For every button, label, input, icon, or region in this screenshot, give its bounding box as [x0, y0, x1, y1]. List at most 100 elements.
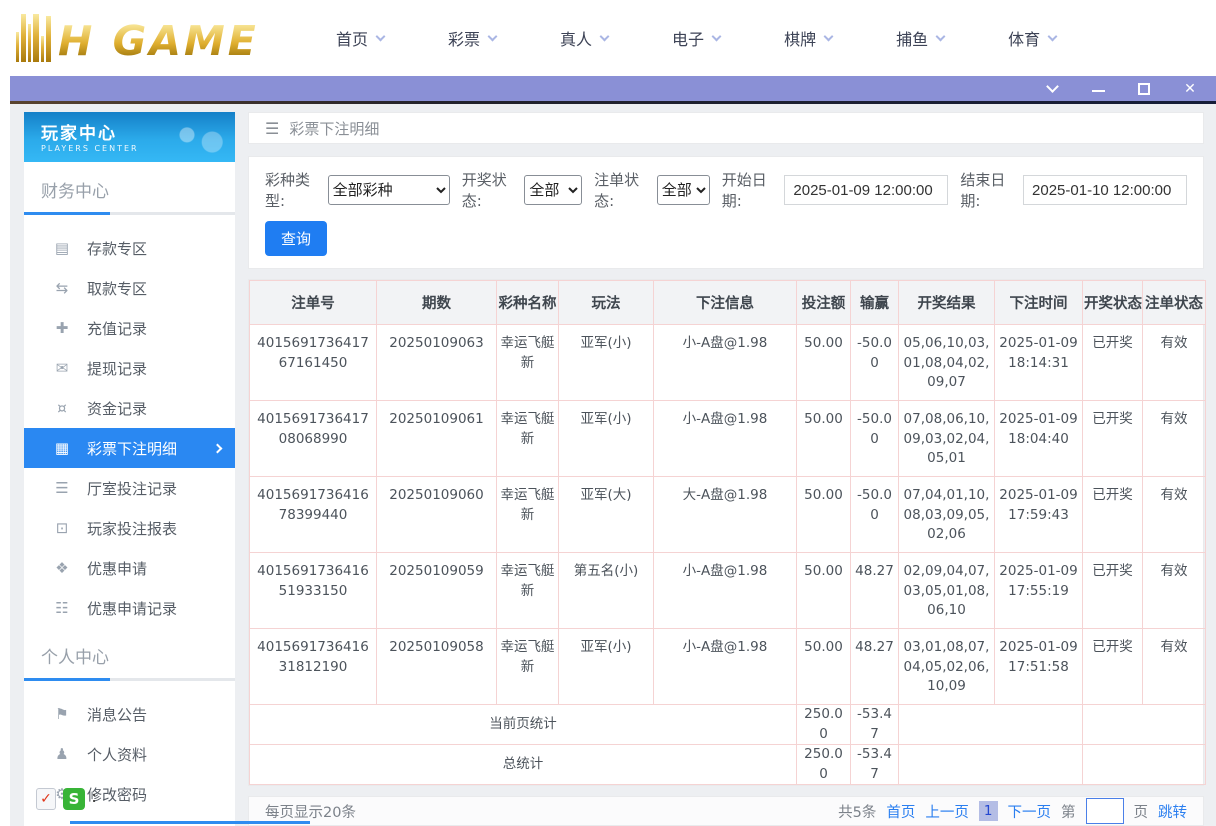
- order-status-label: 注单状态:: [594, 171, 640, 211]
- sidebar-item-label: 资金记录: [87, 399, 148, 418]
- sidebar-item-label: 提现记录: [87, 359, 148, 378]
- table-cell: 07,04,01,10,08,03,09,05,02,06: [898, 476, 995, 554]
- page-title: 彩票下注明细: [289, 119, 380, 138]
- table-cell: 20250109059: [376, 552, 497, 630]
- chevron-down-icon: [711, 31, 722, 41]
- search-button[interactable]: 查询: [265, 221, 328, 257]
- table-header-row: 注单号 期数 彩种名称 玩法 下注信息 投注额 输赢 开奖结果 下注时间 开奖状…: [249, 280, 1206, 326]
- table-cell: 50.00: [796, 628, 851, 706]
- lottery-type-label: 彩种类型:: [265, 171, 311, 211]
- maximize-icon: [1138, 82, 1150, 95]
- sidebar-item-deposit[interactable]: ▤ 存款专区: [24, 228, 235, 268]
- dots-icon: ⁚: [92, 791, 97, 805]
- app-body: 玩家中心 PLAYERS CENTER 财务中心 ▤ 存款专区 ⇆ 取款专区 ✚ 充值…: [10, 104, 1216, 826]
- window-minimize-button[interactable]: [1090, 81, 1106, 97]
- table-cell: 幸运飞艇新: [496, 476, 559, 554]
- table-row: 401569173641708068990 20250109061 幸运飞艇新 …: [249, 400, 1206, 478]
- nav-item-sports[interactable]: 体育: [1008, 26, 1058, 50]
- nav-item-home[interactable]: 首页: [336, 26, 386, 50]
- main-content: ☰ 彩票下注明细 彩种类型: 全部彩种 开奖状态: 全部 注单状态: 全部 开始…: [248, 112, 1206, 826]
- window-maximize-button[interactable]: [1136, 81, 1152, 97]
- sidebar-item-promo-apply[interactable]: ❖ 优惠申请: [24, 548, 235, 588]
- table-cell: 有效: [1142, 400, 1206, 478]
- summary-row-total: 总统计 250.00 -53.47: [249, 744, 1206, 786]
- sidebar-item-funds-record[interactable]: ¤ 资金记录: [24, 388, 235, 428]
- start-date-label: 开始日期:: [721, 171, 767, 211]
- sidebar-section-personal-title: 个人中心: [41, 648, 109, 668]
- table-cell: 大-A盘@1.98: [653, 476, 797, 554]
- summary-empty-cell: [1082, 744, 1206, 786]
- notepad-check-icon[interactable]: ✓: [36, 788, 56, 810]
- nav-label: 体育: [1008, 30, 1041, 49]
- table-header-cell: 期数: [376, 280, 497, 326]
- draw-status-select[interactable]: 全部: [524, 175, 583, 206]
- sidebar-item-profile[interactable]: ♟ 个人资料: [24, 734, 235, 774]
- table-cell: 已开奖: [1082, 476, 1143, 554]
- nav-item-live[interactable]: 真人: [560, 26, 610, 50]
- sidebar-item-recharge-record[interactable]: ✚ 充值记录: [24, 308, 235, 348]
- window-close-button[interactable]: ✕: [1182, 81, 1198, 97]
- order-status-select[interactable]: 全部: [656, 175, 710, 206]
- jump-suffix-label: 页: [1133, 804, 1149, 821]
- table-cell: 亚军(大): [558, 476, 654, 554]
- summary-win-loss: -53.47: [850, 744, 899, 786]
- nav-item-cards[interactable]: 棋牌: [784, 26, 834, 50]
- sidebar-item-label: 优惠申请记录: [87, 599, 178, 618]
- summary-empty-cell: [898, 744, 1083, 786]
- section-underline: [24, 678, 235, 681]
- table-cell: 幸运飞艇新: [496, 552, 559, 630]
- table-header-cell: 开奖状态: [1082, 280, 1143, 326]
- sidebar-item-lottery-bet-detail[interactable]: ▦ 彩票下注明细: [24, 428, 235, 468]
- section-underline: [24, 212, 235, 215]
- table-cell: 50.00: [796, 400, 851, 478]
- nav-item-slots[interactable]: 电子: [672, 26, 722, 50]
- sidebar-item-player-bet-report[interactable]: ⊡ 玩家投注报表: [24, 508, 235, 548]
- sidebar-subtitle: PLAYERS CENTER: [41, 144, 139, 153]
- table-cell: 亚军(小): [558, 400, 654, 478]
- summary-empty-cell: [1082, 704, 1206, 746]
- green-s-app-icon[interactable]: S: [63, 788, 85, 810]
- table-cell: 小-A盘@1.98: [653, 628, 797, 706]
- first-page-link[interactable]: 首页: [886, 801, 915, 822]
- sidebar-item-promo-apply-record[interactable]: ☷ 优惠申请记录: [24, 588, 235, 628]
- table-cell: 2025-01-09 17:51:58: [994, 628, 1083, 706]
- table-header-cell: 下注时间: [994, 280, 1083, 326]
- table-cell: -50.00: [850, 400, 899, 478]
- sidebar-item-label: 充值记录: [87, 319, 148, 338]
- pagination-bar: 每页显示20条 共5条 首页 上一页 1 下一页 第 页 跳转: [248, 796, 1204, 826]
- nav-item-lottery[interactable]: 彩票: [448, 26, 498, 50]
- end-date-input[interactable]: [1023, 175, 1188, 206]
- sidebar-item-announcements[interactable]: ⚑ 消息公告: [24, 694, 235, 734]
- summary-win-loss: -53.47: [850, 704, 899, 746]
- sidebar-item-label: 消息公告: [87, 705, 148, 724]
- table-cell: 50.00: [796, 324, 851, 402]
- next-page-link[interactable]: 下一页: [1008, 801, 1052, 822]
- current-page-indicator[interactable]: 1: [978, 801, 998, 822]
- sidebar-item-hall-bet-record[interactable]: ☰ 厅室投注记录: [24, 468, 235, 508]
- sidebar-item-withdrawal-record[interactable]: ✉ 提现记录: [24, 348, 235, 388]
- funds-record-icon: ¤: [57, 399, 67, 417]
- nav-label: 真人: [560, 30, 593, 49]
- lottery-type-select[interactable]: 全部彩种: [327, 175, 450, 206]
- page-jump-input[interactable]: [1085, 798, 1124, 825]
- lottery-bet-detail-icon: ▦: [54, 439, 70, 457]
- sidebar-item-withdraw[interactable]: ⇆ 取款专区: [24, 268, 235, 308]
- chevron-down-icon: [1047, 31, 1058, 41]
- prev-page-link[interactable]: 上一页: [925, 801, 969, 822]
- table-header-cell: 玩法: [558, 280, 654, 326]
- sidebar-item-label: 优惠申请: [87, 559, 148, 578]
- table-cell: 48.27: [850, 628, 899, 706]
- site-header: H GAME 首页 彩票 真人 电子 棋牌 捕鱼 体育: [0, 0, 1216, 76]
- window-collapse-button[interactable]: [1044, 80, 1060, 97]
- chevron-down-icon: [1045, 80, 1059, 93]
- table-cell: 2025-01-09 17:59:43: [994, 476, 1083, 554]
- top-nav: 首页 彩票 真人 电子 棋牌 捕鱼 体育: [336, 26, 1058, 50]
- start-date-input[interactable]: [784, 175, 949, 206]
- nav-item-fishing[interactable]: 捕鱼: [896, 26, 946, 50]
- table-cell: 有效: [1142, 476, 1206, 554]
- hamburger-icon[interactable]: ☰: [265, 119, 279, 138]
- table-cell: 小-A盘@1.98: [653, 552, 797, 630]
- sidebar-section-finance-title: 财务中心: [41, 182, 109, 202]
- end-date-label: 结束日期:: [960, 171, 1006, 211]
- jump-button[interactable]: 跳转: [1158, 801, 1187, 822]
